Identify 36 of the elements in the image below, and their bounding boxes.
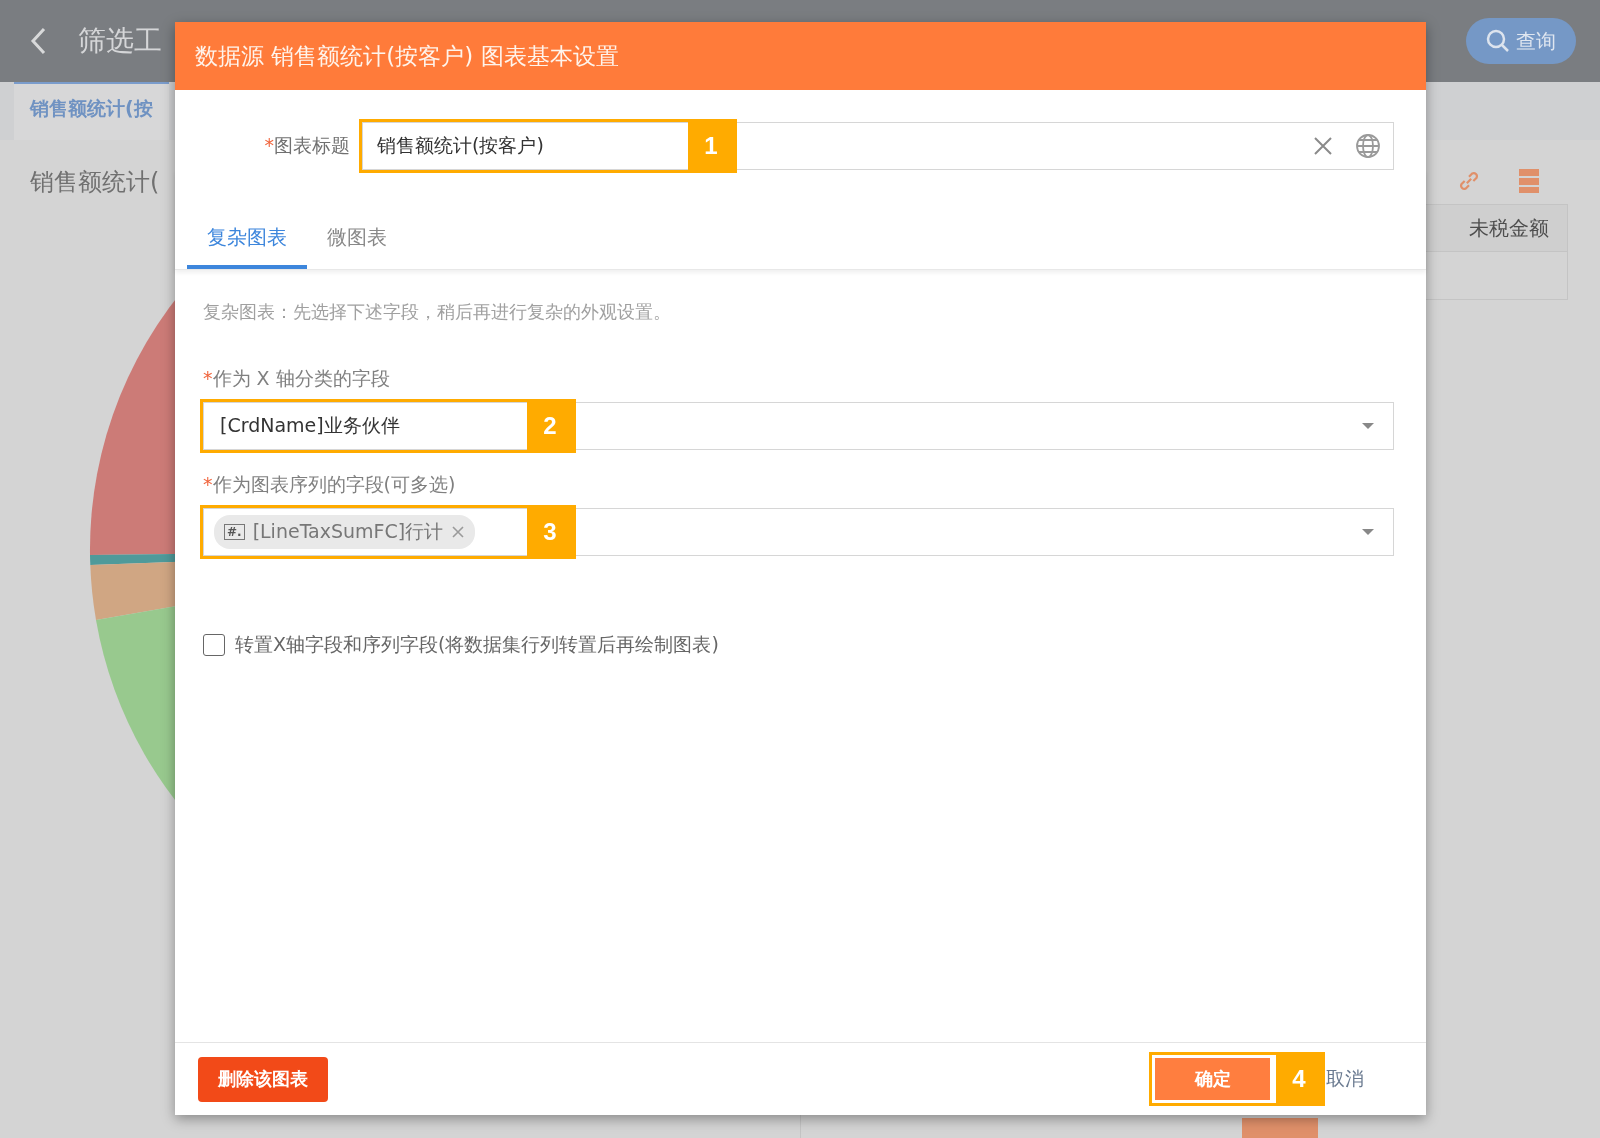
select-field[interactable]: [CrdName]业务伙伴 2 — [203, 402, 1394, 450]
checkbox-label: 转置X轴字段和序列字段(将数据集行列转置后再绘制图表) — [235, 632, 719, 657]
field-label: *图表标题 — [263, 133, 351, 158]
multi-select-field[interactable]: #. [LineTaxSumFC]行计 3 — [203, 508, 1394, 556]
clear-icon[interactable] — [1313, 136, 1333, 156]
field-value: [CrdName]业务伙伴 — [220, 413, 400, 438]
field-label: *作为图表序列的字段(可多选) — [203, 472, 457, 497]
callout-number: 1 — [688, 122, 734, 170]
checkbox[interactable] — [203, 634, 225, 656]
callout-number: 4 — [1276, 1055, 1322, 1103]
remove-icon[interactable] — [451, 525, 466, 539]
database-icon[interactable] — [1518, 168, 1540, 194]
tab[interactable]: 复杂图表 — [187, 214, 307, 269]
cancel-button[interactable]: 取消 — [1326, 1066, 1364, 1092]
dropdown-caret-icon[interactable] — [1361, 422, 1375, 430]
search-icon — [1486, 29, 1510, 53]
number-field-icon: #. — [224, 524, 245, 540]
chart-title-field[interactable]: 销售额统计(按客户) 1 — [362, 122, 1394, 170]
back-icon[interactable] — [30, 27, 46, 55]
dropdown-caret-icon[interactable] — [1361, 528, 1375, 536]
callout-number: 3 — [527, 508, 573, 556]
column-header: 未税金额 — [1469, 214, 1549, 242]
hint-text: 复杂图表：先选择下述字段，稍后再进行复杂的外观设置。 — [203, 300, 672, 324]
tab[interactable]: 微图表 — [307, 214, 407, 269]
report-tab[interactable]: 销售额统计(按 — [14, 82, 169, 140]
dialog-title: 数据源 销售额统计(按客户) 图表基本设置 — [195, 41, 619, 71]
page-title: 筛选工 — [78, 23, 162, 59]
tag-label: [LineTaxSumFC]行计 — [252, 519, 444, 544]
globe-icon[interactable] — [1355, 133, 1381, 159]
field-label: *作为 X 轴分类的字段 — [203, 366, 391, 391]
chart-title: 销售额统计( — [30, 167, 160, 198]
search-button[interactable]: 查询 — [1466, 18, 1576, 64]
callout-number: 2 — [527, 402, 573, 450]
field-value: 销售额统计(按客户) — [377, 133, 544, 158]
delete-button[interactable]: 删除该图表 — [198, 1056, 328, 1102]
confirm-button[interactable]: 确定 — [1155, 1058, 1270, 1100]
